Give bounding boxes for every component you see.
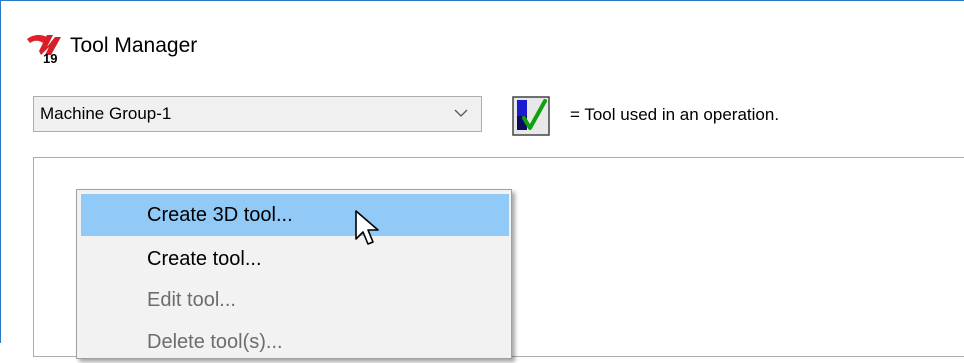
menu-item-delete-tools[interactable]: Delete tool(s)... [81, 321, 509, 363]
mastercam-19-icon: 19 [27, 35, 61, 65]
title-bar: 19 Tool Manager [1, 1, 964, 81]
legend-text: = Tool used in an operation. [570, 105, 780, 124]
machine-group-value: Machine Group-1 [40, 104, 172, 123]
tool-used-checkmark-icon [512, 96, 550, 136]
mouse-cursor-icon [355, 210, 379, 245]
context-menu: Create 3D tool... Create tool... Edit to… [76, 189, 512, 359]
menu-item-create-3d-tool[interactable]: Create 3D tool... [81, 194, 509, 236]
menu-item-create-tool[interactable]: Create tool... [81, 238, 509, 280]
menu-item-edit-tool[interactable]: Edit tool... [81, 279, 509, 321]
window-title: Tool Manager [70, 34, 198, 57]
svg-text:19: 19 [43, 51, 57, 65]
chevron-down-icon [454, 109, 468, 117]
tool-manager-window: 19 Tool Manager Machine Group-1 = Tool u… [0, 0, 964, 359]
machine-group-select[interactable]: Machine Group-1 [33, 96, 482, 132]
